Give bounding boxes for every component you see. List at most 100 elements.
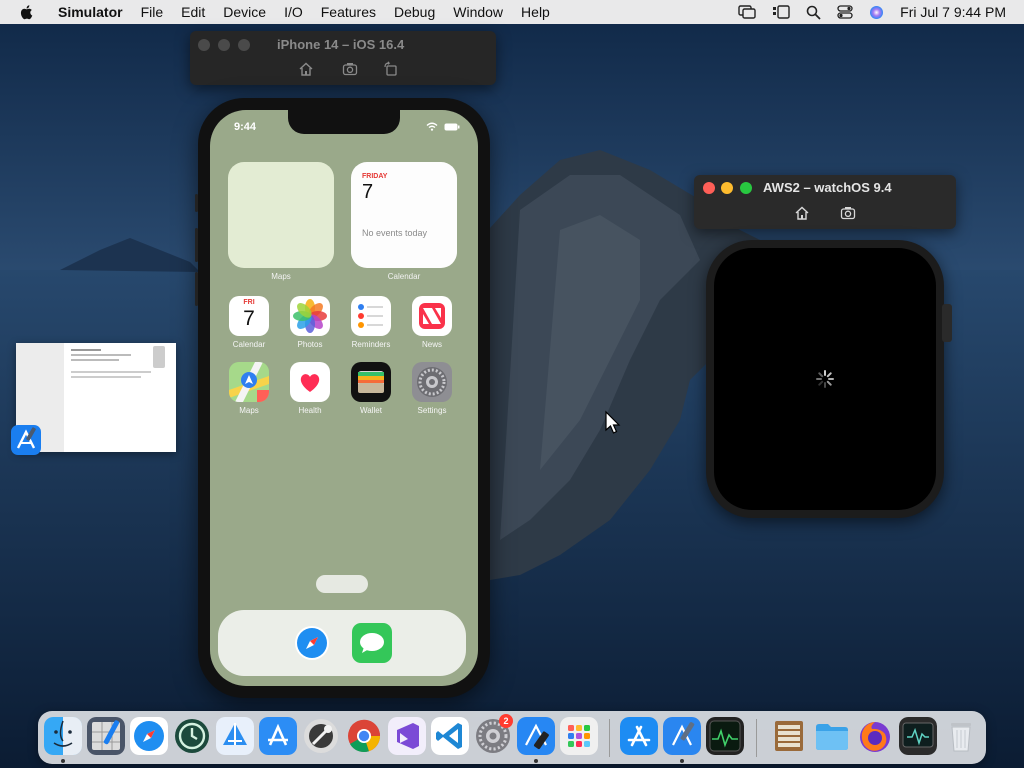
chrome-icon [348,719,381,753]
vscode-icon [431,717,469,755]
iphone-side-button [195,194,198,212]
calendar-widget-label: Calendar [387,272,421,281]
watch-close-button[interactable] [703,182,715,194]
minimize-button[interactable] [218,39,230,51]
maps-widget[interactable] [228,162,334,268]
loading-spinner-icon [816,370,834,388]
watch-minimize-button[interactable] [721,182,733,194]
visual-studio-icon [388,717,426,755]
dock-app-store[interactable] [620,717,658,755]
menu-window[interactable]: Window [453,4,503,20]
dock-activity-monitor[interactable] [706,717,744,755]
app-wallet[interactable]: Wallet [350,362,392,415]
dock-xcode[interactable] [87,717,125,755]
app-news[interactable]: News [411,296,453,349]
dock-safari-mac[interactable] [130,717,168,755]
folder-icon [816,724,848,750]
hammer-xcode-icon [663,717,701,755]
screen-mirroring-icon[interactable] [738,5,756,19]
wallet-icon [351,362,391,402]
watch-screen[interactable] [714,248,936,510]
dock-archive-utility[interactable] [770,717,808,755]
activity-monitor-icon [706,717,744,755]
home-icon[interactable] [298,61,314,77]
apple-menu-icon[interactable] [18,3,36,21]
dock-app-store-connect[interactable] [259,717,297,755]
dock-time-machine[interactable] [173,717,211,755]
dock-visual-studio[interactable] [388,717,426,755]
app-photos[interactable]: Photos [289,296,331,349]
stage-manager-icon[interactable] [772,5,790,19]
dock-console[interactable] [899,717,937,755]
photos-icon [290,296,330,336]
app-photos-label: Photos [297,340,323,349]
control-center-icon[interactable] [837,5,853,19]
app-health-label: Health [298,406,322,415]
app-maps[interactable]: Maps [228,362,270,415]
calendar-widget[interactable]: FRIDAY 7 No events today [351,162,457,268]
menu-edit[interactable]: Edit [181,4,205,20]
dock-trash[interactable] [942,717,980,755]
menu-bar: Simulator File Edit Device I/O Features … [0,0,1024,24]
watch-zoom-button[interactable] [740,182,752,194]
dock-xcode-build[interactable] [663,717,701,755]
dock-safari[interactable] [292,623,332,663]
wifi-icon [426,122,438,131]
maps-icon [229,362,269,402]
apple-watch-device-frame [706,240,952,518]
reminders-icon [351,296,391,336]
menu-file[interactable]: File [141,4,164,20]
siri-icon[interactable] [869,5,884,20]
app-reminders-label: Reminders [351,340,391,349]
app-store-connect-icon [259,717,297,755]
menu-debug[interactable]: Debug [394,4,435,20]
menu-help[interactable]: Help [521,4,550,20]
dock-vscode[interactable] [431,717,469,755]
dock-folder[interactable] [813,717,851,755]
calendar-widget-date: 7 [362,181,374,203]
app-wallet-label: Wallet [360,406,382,415]
iphone-simulator-toolbar: iPhone 14 – iOS 16.4 [190,31,496,85]
dock-notification-badge: 2 [499,714,513,728]
iphone-home-screen[interactable]: 9:44 Maps FRIDAY 7 No events today Calen… [210,110,478,686]
safari-icon [130,717,168,755]
app-reminders[interactable]: Reminders [350,296,392,349]
app-calendar[interactable]: FRI 7 Calendar [228,296,270,349]
rotate-icon[interactable] [383,61,399,77]
health-icon [290,362,330,402]
dock-launchpad[interactable] [560,717,598,755]
xcode-icon [87,717,125,755]
app-settings[interactable]: Settings [411,362,453,415]
dock-chrome[interactable] [345,717,383,755]
status-bar-time: 9:44 [234,121,257,133]
close-button[interactable] [198,39,210,51]
watch-home-icon[interactable] [794,205,810,221]
dock-instruments[interactable] [216,717,254,755]
menu-io[interactable]: I/O [284,4,303,20]
dock-messages[interactable] [352,623,392,663]
iphone-window-title: iPhone 14 – iOS 16.4 [277,37,405,52]
battery-icon [444,123,460,130]
menubar-clock[interactable]: Fri Jul 7 9:44 PM [900,4,1006,20]
digital-crown[interactable] [942,304,952,342]
mouse-cursor-icon [605,410,621,434]
screenshot-icon[interactable] [342,61,358,77]
finder-icon [44,717,82,755]
menu-device[interactable]: Device [223,4,266,20]
menu-features[interactable]: Features [321,4,376,20]
dock-simulator-tools[interactable] [302,717,340,755]
app-health[interactable]: Health [289,362,331,415]
watch-window-title: AWS2 – watchOS 9.4 [763,180,892,195]
iphone-device-frame: 9:44 Maps FRIDAY 7 No events today Calen… [195,98,490,698]
news-icon [412,296,452,336]
spotlight-search-icon[interactable] [806,5,821,20]
menu-app-name[interactable]: Simulator [58,4,123,20]
zoom-button[interactable] [238,39,250,51]
watch-screenshot-icon[interactable] [840,205,856,221]
xcode-app-icon[interactable] [10,424,42,456]
dock-xcode-beta[interactable] [517,717,555,755]
home-search-pill[interactable] [316,575,368,593]
dock-finder[interactable] [44,717,82,755]
dock-firefox[interactable] [856,717,894,755]
iphone-notch [288,110,400,134]
